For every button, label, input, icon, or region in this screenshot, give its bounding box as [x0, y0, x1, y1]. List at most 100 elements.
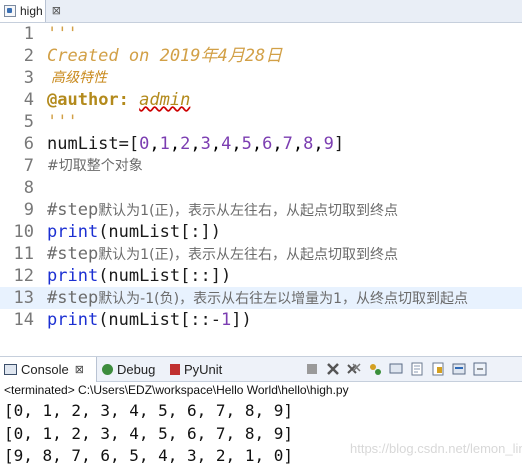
- watermark: https://blog.csdn.net/lemon_linaa: [350, 441, 522, 456]
- author-at: @: [47, 90, 58, 110]
- debug-icon: [102, 364, 113, 375]
- comment-prefix: #step: [47, 244, 99, 264]
- line-number: 3: [23, 68, 34, 88]
- remove-all-icon[interactable]: [346, 361, 362, 377]
- tab-console-label: Console: [21, 362, 69, 377]
- line-number: 11: [13, 244, 34, 264]
- open-console-icon[interactable]: [472, 361, 488, 377]
- console-status: <terminated> C:\Users\EDZ\workspace\Hell…: [4, 383, 349, 397]
- close-icon[interactable]: ⊠: [52, 4, 61, 17]
- line-number: 14: [13, 310, 34, 330]
- line-number: 7: [23, 156, 34, 176]
- comment: #step默认为-1(负)，表示从右往左以增量为1，从终点切取到起点: [47, 287, 468, 310]
- code-line: 12 print(numList[::]): [0, 265, 522, 287]
- pyunit-icon: [170, 364, 180, 375]
- line-number: 8: [23, 178, 34, 198]
- assign-op: =[: [118, 134, 140, 154]
- author-tag: author:: [57, 90, 129, 110]
- comment-text: 默认为-1(负)，表示从右往左以增量为1，从终点切取到起点: [98, 291, 468, 307]
- numlist-assignment: numList=[0,1,2,3,4,5,6,7,8,9]: [47, 134, 345, 154]
- bracket-close: ]: [333, 134, 345, 154]
- keyword-print: print: [47, 266, 99, 286]
- number-literal: 1: [221, 310, 232, 330]
- console-output-line: [9, 8, 7, 6, 5, 4, 3, 2, 1, 0]: [4, 446, 293, 465]
- number-literal: 2: [180, 134, 191, 154]
- line-number: 4: [23, 90, 34, 110]
- comment: #step默认为1(正)，表示从左往右，从起点切取到终点: [47, 199, 398, 222]
- display-icon[interactable]: [388, 361, 404, 377]
- code-line: 7 #切取整个对象: [0, 155, 522, 177]
- clear-icon[interactable]: [409, 361, 425, 377]
- keyword-print: print: [47, 310, 99, 330]
- code-line: 3 高级特性: [0, 67, 522, 89]
- print-args-close: ]): [231, 310, 252, 330]
- number-literal: 4: [221, 134, 232, 154]
- close-icon[interactable]: ⊠: [75, 363, 84, 376]
- scroll-lock-icon[interactable]: [430, 361, 446, 377]
- code-line: 1 ''': [0, 23, 522, 45]
- code-line: 6 numList=[0,1,2,3,4,5,6,7,8,9]: [0, 133, 522, 155]
- code-line: 9 #step默认为1(正)，表示从左往右，从起点切取到终点: [0, 199, 522, 221]
- tab-console[interactable]: Console ⊠: [0, 357, 97, 382]
- print-args: (numList[:]): [98, 222, 222, 242]
- print-args: (numList[::-: [98, 310, 222, 330]
- author-name: admin: [139, 90, 191, 110]
- line-number: 10: [13, 222, 34, 242]
- editor-tab-label: high: [20, 4, 43, 18]
- word-wrap-icon[interactable]: [451, 361, 467, 377]
- print-statement: print(numList[::-1]): [47, 309, 252, 331]
- code-line: 8: [0, 177, 522, 199]
- docstring-open: ''': [47, 24, 78, 44]
- print-statement: print(numList[::]): [47, 265, 231, 287]
- code-line: 4 @author: admin: [0, 89, 522, 111]
- docstring-close: ''': [47, 112, 78, 132]
- docstring-created: Created on 2019年4月28日: [47, 46, 283, 66]
- line-number: 13: [13, 288, 34, 308]
- keyword-print: print: [47, 222, 99, 242]
- editor-tab-high[interactable]: high ⊠: [0, 0, 61, 22]
- print-statement: print(numList[:]): [47, 221, 221, 243]
- number-literal: 7: [282, 134, 293, 154]
- number-literal: 3: [200, 134, 211, 154]
- number-literal: 8: [303, 134, 314, 154]
- number-literal: 5: [241, 134, 252, 154]
- console-icon: [4, 364, 17, 375]
- docstring-title: 高级特性: [51, 70, 107, 86]
- code-line: 14 print(numList[::-1]): [0, 309, 522, 331]
- line-number: 1: [23, 24, 34, 44]
- code-line: 11 #step默认为1(正)，表示从左往右，从起点切取到终点: [0, 243, 522, 265]
- stop-icon[interactable]: [304, 361, 320, 377]
- code-line: 10 print(numList[:]): [0, 221, 522, 243]
- number-literal: 6: [262, 134, 273, 154]
- line-number: 5: [23, 112, 34, 132]
- number-literal: 9: [323, 134, 334, 154]
- python-file-icon: [4, 5, 16, 17]
- console-toolbar: [304, 359, 493, 379]
- code-line: 2 Created on 2019年4月28日: [0, 45, 522, 67]
- tab-pyunit-label: PyUnit: [184, 362, 223, 377]
- comment: #step默认为1(正)，表示从左往右，从起点切取到终点: [47, 243, 398, 266]
- remove-launch-icon[interactable]: [325, 361, 341, 377]
- editor-tab-bar: high ⊠: [0, 0, 522, 23]
- number-literal: 1: [159, 134, 170, 154]
- console-output-line: [0, 1, 2, 3, 4, 5, 6, 7, 8, 9]: [4, 424, 293, 443]
- comment-text: 默认为1(正)，表示从左往右，从起点切取到终点: [98, 203, 399, 219]
- comment-prefix: #step: [47, 288, 99, 308]
- code-editor[interactable]: 1 ''' 2 Created on 2019年4月28日 3 高级特性 4 @…: [0, 23, 522, 335]
- console-output-line: [0, 1, 2, 3, 4, 5, 6, 7, 8, 9]: [4, 401, 293, 420]
- comment-text: 默认为1(正)，表示从左往右，从起点切取到终点: [98, 247, 399, 263]
- comment-prefix: #step: [47, 200, 99, 220]
- tab-debug-label: Debug: [117, 362, 156, 377]
- print-args: (numList[::]): [98, 266, 232, 286]
- docstring-author: @author: admin: [47, 89, 190, 111]
- pin-icon[interactable]: [367, 361, 383, 377]
- comment: #切取整个对象: [47, 158, 143, 174]
- variable-name: numList: [47, 134, 119, 154]
- current-code-line: 13 #step默认为-1(负)，表示从右往左以增量为1，从终点切取到起点: [0, 287, 522, 309]
- line-number: 12: [13, 266, 34, 286]
- tab-pyunit[interactable]: PyUnit: [166, 357, 226, 382]
- tab-debug[interactable]: Debug: [98, 357, 162, 382]
- code-line: 5 ''': [0, 111, 522, 133]
- line-number: 9: [23, 200, 34, 220]
- number-literal: 0: [139, 134, 150, 154]
